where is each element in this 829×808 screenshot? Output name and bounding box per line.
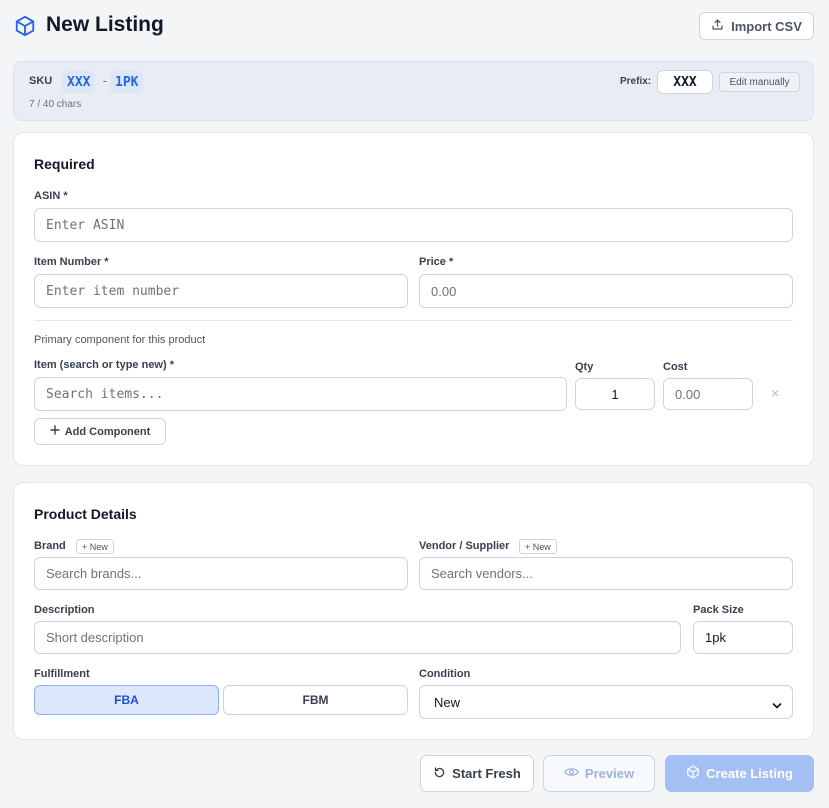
vendor-label: Vendor / Supplier xyxy=(419,540,510,552)
prefix-input[interactable]: XXX xyxy=(657,70,713,94)
sku-label: SKU xyxy=(29,75,53,87)
new-brand-button[interactable]: + New xyxy=(76,539,114,554)
item-number-input[interactable]: Enter item number xyxy=(34,274,408,308)
preview-label: Preview xyxy=(584,766,635,781)
item-number-label: Item Number * xyxy=(34,256,109,268)
refresh-icon xyxy=(433,766,446,782)
item-search-label: Item (search or type new) * xyxy=(34,359,174,371)
upload-icon xyxy=(711,18,724,34)
start-fresh-button[interactable]: Start Fresh xyxy=(420,755,534,792)
prefix-label: Prefix: xyxy=(620,76,652,87)
required-title: Required xyxy=(34,156,95,172)
pack-size-label: Pack Size xyxy=(693,604,744,616)
section-divider xyxy=(34,320,793,321)
required-section: Required ASIN * Enter ASIN Item Number *… xyxy=(13,132,814,466)
import-csv-label: Import CSV xyxy=(731,18,802,34)
cost-label: Cost xyxy=(663,361,688,373)
item-search-input[interactable]: Search items... xyxy=(34,377,567,411)
sku-separator: - xyxy=(101,74,109,89)
fulfillment-fbm-toggle[interactable]: FBM xyxy=(223,685,408,715)
pack-size-input[interactable]: 1pk xyxy=(693,621,793,654)
price-label: Price * xyxy=(419,256,454,268)
sku-char-count: 7 / 40 chars xyxy=(29,99,82,110)
qty-input[interactable]: 1 xyxy=(575,378,655,410)
import-csv-button[interactable]: Import CSV xyxy=(699,12,814,40)
qty-label: Qty xyxy=(575,361,594,373)
vendor-search-input[interactable]: Search vendors... xyxy=(419,557,793,590)
sku-preview-bar: SKU XXX - 1PK 7 / 40 chars Prefix: XXX E… xyxy=(13,61,814,121)
edit-manually-button[interactable]: Edit manually xyxy=(719,72,800,92)
fulfillment-fba-toggle[interactable]: FBA xyxy=(34,685,219,715)
preview-button[interactable]: Preview xyxy=(543,755,655,792)
sku-pack-chip: 1PK xyxy=(110,71,144,93)
cube-icon xyxy=(14,15,36,37)
new-vendor-button[interactable]: + New xyxy=(519,539,557,554)
create-listing-label: Create Listing xyxy=(706,766,793,781)
brand-search-input[interactable]: Search brands... xyxy=(34,557,408,590)
sku-prefix-chip: XXX xyxy=(62,71,96,93)
asin-input[interactable]: Enter ASIN xyxy=(34,208,793,242)
eye-icon xyxy=(564,766,579,781)
description-label: Description xyxy=(34,604,95,616)
plus-icon xyxy=(50,425,60,438)
cost-input[interactable]: 0.00 xyxy=(663,378,753,410)
close-icon[interactable]: × xyxy=(771,385,779,401)
price-input[interactable]: 0.00 xyxy=(419,274,793,308)
page-title: New Listing xyxy=(46,13,164,36)
product-details-title: Product Details xyxy=(34,506,137,522)
condition-select[interactable]: New xyxy=(419,685,793,719)
brand-label: Brand xyxy=(34,540,66,552)
start-fresh-label: Start Fresh xyxy=(452,766,521,781)
create-listing-button[interactable]: Create Listing xyxy=(665,755,814,792)
cube-icon xyxy=(686,765,700,782)
condition-label: Condition xyxy=(419,668,471,680)
fulfillment-label: Fulfillment xyxy=(34,668,90,680)
add-component-label: Add Component xyxy=(64,425,151,438)
product-details-section: Product Details Brand + New Search brand… xyxy=(13,482,814,740)
description-input[interactable]: Short description xyxy=(34,621,681,654)
condition-value: New xyxy=(434,694,461,710)
asin-label: ASIN * xyxy=(34,190,68,202)
page-header: New Listing xyxy=(14,12,814,40)
chevron-down-icon xyxy=(772,698,782,709)
add-component-button[interactable]: Add Component xyxy=(34,418,166,445)
component-hint: Primary component for this product xyxy=(34,334,206,346)
